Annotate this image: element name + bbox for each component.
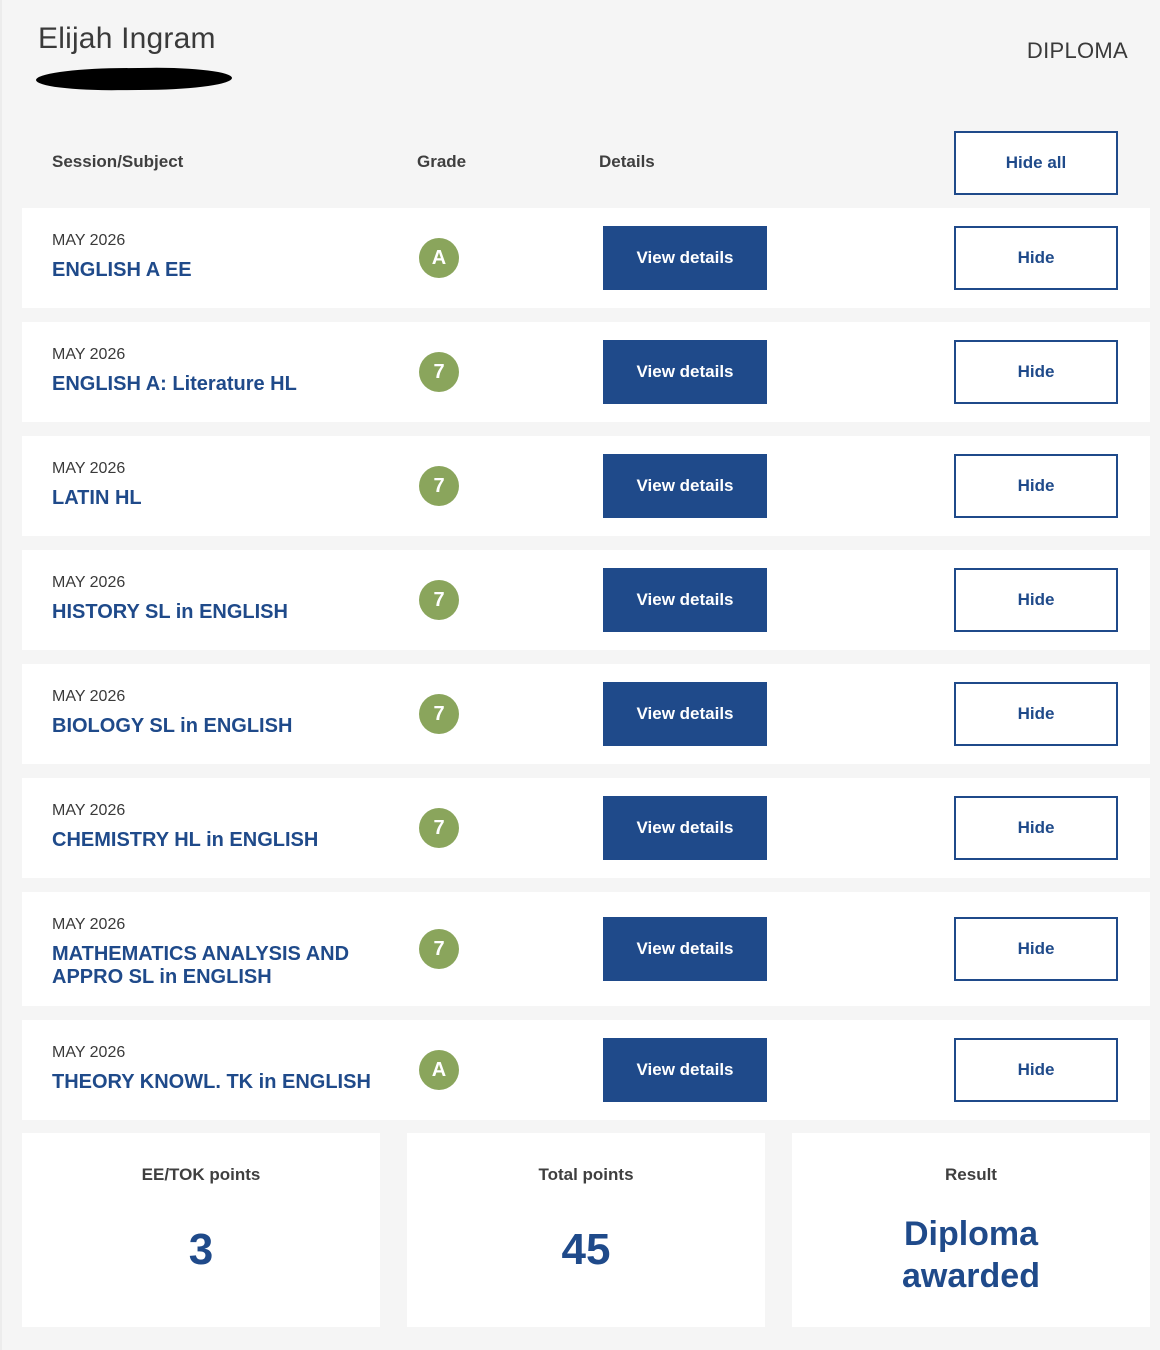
- subject-name: HISTORY SL in ENGLISH: [52, 601, 288, 623]
- result-row: MAY 2026 LATIN HL 7 View details Hide: [22, 436, 1150, 536]
- view-details-button[interactable]: View details: [603, 1038, 767, 1102]
- table-header: Session/Subject Grade Details Hide all: [2, 130, 1160, 196]
- result-label: Result: [945, 1165, 997, 1184]
- total-points-card: Total points 45: [407, 1133, 765, 1327]
- grade-badge: 7: [419, 929, 459, 969]
- view-details-button[interactable]: View details: [603, 226, 767, 290]
- view-details-button[interactable]: View details: [603, 682, 767, 746]
- session-label: MAY 2026: [52, 916, 126, 933]
- total-points-value: 45: [561, 1225, 611, 1274]
- result-row: MAY 2026 MATHEMATICS ANALYSIS AND APPRO …: [22, 892, 1150, 1006]
- session-label: MAY 2026: [52, 232, 126, 249]
- column-header-grade: Grade: [417, 152, 467, 171]
- hide-button[interactable]: Hide: [954, 226, 1118, 290]
- subject-name: ENGLISH A EE: [52, 259, 192, 281]
- session-label: MAY 2026: [52, 802, 126, 819]
- result-row: MAY 2026 ENGLISH A: Literature HL 7 View…: [22, 322, 1150, 422]
- redaction-mark: [35, 66, 233, 92]
- hide-button[interactable]: Hide: [954, 796, 1118, 860]
- result-row: MAY 2026 CHEMISTRY HL in ENGLISH 7 View …: [22, 778, 1150, 878]
- hide-button[interactable]: Hide: [954, 682, 1118, 746]
- grade-badge: 7: [419, 580, 459, 620]
- view-details-button[interactable]: View details: [603, 917, 767, 981]
- hide-button[interactable]: Hide: [954, 1038, 1118, 1102]
- result-value: Diploma awarded: [902, 1215, 1040, 1295]
- grade-badge: A: [419, 238, 459, 278]
- view-details-button[interactable]: View details: [603, 454, 767, 518]
- result-row: MAY 2026 THEORY KNOWL. TK in ENGLISH A V…: [22, 1020, 1150, 1120]
- grade-badge: 7: [419, 808, 459, 848]
- view-details-button[interactable]: View details: [603, 796, 767, 860]
- session-label: MAY 2026: [52, 346, 126, 363]
- subject-name: LATIN HL: [52, 487, 142, 509]
- view-details-button[interactable]: View details: [603, 340, 767, 404]
- grade-badge: 7: [419, 694, 459, 734]
- session-label: MAY 2026: [52, 1044, 126, 1061]
- subject-name: ENGLISH A: Literature HL: [52, 373, 297, 395]
- session-label: MAY 2026: [52, 460, 126, 477]
- hide-button[interactable]: Hide: [954, 340, 1118, 404]
- column-header-subject: Session/Subject: [52, 152, 184, 171]
- hide-button[interactable]: Hide: [954, 917, 1118, 981]
- grade-badge: A: [419, 1050, 459, 1090]
- results-list: MAY 2026 ENGLISH A EE A View details Hid…: [22, 208, 1150, 1134]
- total-points-label: Total points: [538, 1165, 634, 1184]
- session-label: MAY 2026: [52, 688, 126, 705]
- subject-name: BIOLOGY SL in ENGLISH: [52, 715, 293, 737]
- view-details-button[interactable]: View details: [603, 568, 767, 632]
- ee-tok-card: EE/TOK points 3: [22, 1133, 380, 1327]
- summary-section: EE/TOK points 3 Total points 45 Result D…: [22, 1133, 1150, 1327]
- hide-all-button[interactable]: Hide all: [954, 131, 1118, 195]
- result-row: MAY 2026 HISTORY SL in ENGLISH 7 View de…: [22, 550, 1150, 650]
- hide-button[interactable]: Hide: [954, 454, 1118, 518]
- subject-name: MATHEMATICS ANALYSIS AND APPRO SL in ENG…: [52, 943, 350, 988]
- hide-button[interactable]: Hide: [954, 568, 1118, 632]
- subject-name: THEORY KNOWL. TK in ENGLISH: [52, 1071, 371, 1093]
- program-label: DIPLOMA: [1026, 38, 1128, 63]
- result-row: MAY 2026 BIOLOGY SL in ENGLISH 7 View de…: [22, 664, 1150, 764]
- result-card: Result Diploma awarded: [792, 1133, 1150, 1327]
- candidate-name: Elijah Ingram: [38, 22, 216, 55]
- column-header-details: Details: [599, 152, 655, 171]
- ee-tok-label: EE/TOK points: [141, 1165, 261, 1184]
- result-row: MAY 2026 ENGLISH A EE A View details Hid…: [22, 208, 1150, 308]
- session-label: MAY 2026: [52, 574, 126, 591]
- subject-name: CHEMISTRY HL in ENGLISH: [52, 829, 319, 851]
- ee-tok-value: 3: [188, 1225, 214, 1274]
- grade-badge: 7: [419, 352, 459, 392]
- results-page: Elijah Ingram DIPLOMA Session/Subject Gr…: [0, 0, 1160, 1350]
- grade-badge: 7: [419, 466, 459, 506]
